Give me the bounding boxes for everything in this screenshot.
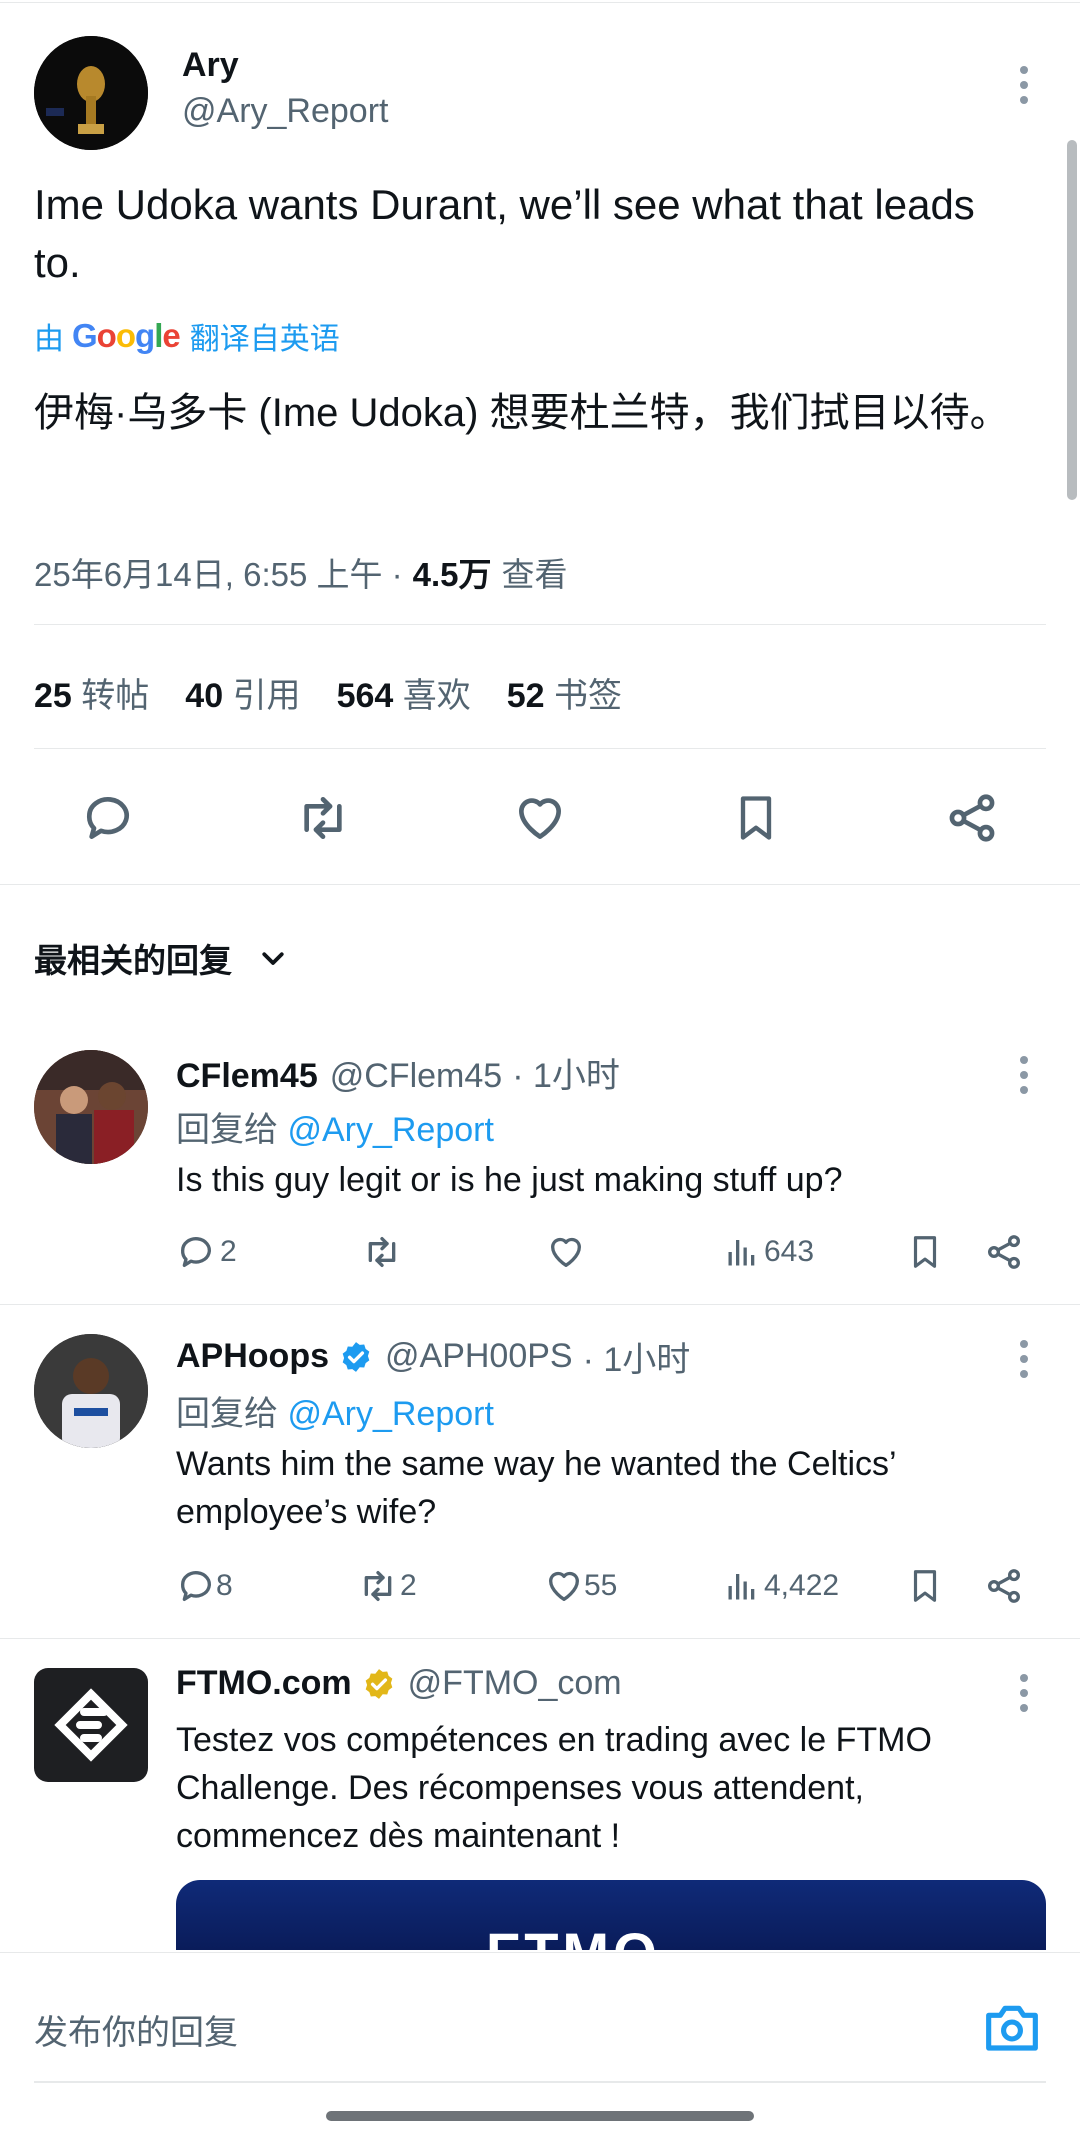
- reply-author-handle[interactable]: @CFlem45: [330, 1057, 502, 1096]
- composer-underline: [34, 2081, 1046, 2083]
- reply-time: · 1小时: [512, 1057, 620, 1095]
- ad-avatar[interactable]: [34, 1668, 148, 1782]
- divider: [0, 1304, 1080, 1305]
- reply-header: CFlem45 @CFlem45 · 1小时: [176, 1048, 620, 1097]
- heart-icon: [551, 1237, 581, 1267]
- reply-views-button[interactable]: 4,422: [724, 1566, 839, 1606]
- reply-share-icon[interactable]: [984, 1566, 1024, 1606]
- views-chart-icon: [728, 1574, 755, 1600]
- reply-to-mention[interactable]: @Ary_Report: [287, 1395, 493, 1433]
- reply-more-icon[interactable]: [1018, 1056, 1030, 1101]
- stat-bookmarks[interactable]: 52 书签: [507, 668, 622, 717]
- comment-icon: [181, 1237, 211, 1267]
- reply-icon[interactable]: [80, 790, 136, 846]
- reply-repost-button[interactable]: [360, 1232, 404, 1272]
- ad-more-icon[interactable]: [1018, 1674, 1030, 1719]
- reply-avatar[interactable]: [34, 1050, 148, 1164]
- reply-bookmark-icon[interactable]: [906, 1566, 944, 1606]
- share-icon[interactable]: [944, 790, 1000, 846]
- heart-icon: [549, 1571, 579, 1601]
- views-label: 查看: [501, 556, 568, 593]
- divider: [0, 884, 1080, 885]
- stat-likes[interactable]: 564 喜欢: [337, 668, 471, 717]
- views-count: 4.5万: [412, 556, 492, 593]
- comment-icon: [181, 1571, 211, 1601]
- reply-like-button[interactable]: 55: [544, 1566, 617, 1606]
- reply-author-handle[interactable]: @APH00PS: [385, 1337, 573, 1376]
- views-chart-icon: [728, 1240, 755, 1266]
- google-logo: Google: [72, 317, 181, 354]
- tweet-meta: 25年6月14日, 6:55 上午 · 4.5万 查看: [34, 548, 568, 596]
- divider: [34, 624, 1046, 625]
- tweet-more-icon[interactable]: [1018, 66, 1030, 111]
- reply-share-icon[interactable]: [984, 1232, 1024, 1272]
- replies-sort-label: 最相关的回复: [34, 942, 232, 979]
- replies-sort-dropdown[interactable]: 最相关的回复: [34, 934, 288, 982]
- reply-composer-bar: 发布你的回复: [0, 1952, 1080, 2141]
- reply-text: Wants him the same way he wanted the Cel…: [176, 1445, 896, 1531]
- bookmark-icon[interactable]: [730, 790, 782, 846]
- ad-author-name[interactable]: FTMO.com: [176, 1664, 352, 1703]
- verified-badge-icon: [339, 1340, 373, 1374]
- top-divider: [0, 2, 1080, 3]
- translate-suffix: 翻译自英语: [189, 323, 340, 356]
- reply-views-button[interactable]: 643: [724, 1232, 814, 1272]
- author-name[interactable]: Ary: [182, 46, 239, 85]
- repost-icon: [368, 1237, 396, 1267]
- reply-comment-button[interactable]: 2: [176, 1232, 237, 1272]
- author-avatar[interactable]: [34, 36, 148, 150]
- reply-to-line: 回复给 @Ary_Report: [176, 1111, 494, 1149]
- ad-banner-image[interactable]: FTMO: [176, 1880, 1046, 1950]
- reply-to-line: 回复给 @Ary_Report: [176, 1395, 494, 1433]
- translate-prefix: 由: [34, 323, 64, 356]
- reply-comment-button[interactable]: 8: [176, 1566, 233, 1606]
- stat-reposts[interactable]: 25 转帖: [34, 668, 149, 717]
- divider: [0, 1638, 1080, 1639]
- reply-avatar[interactable]: [34, 1334, 148, 1448]
- camera-icon[interactable]: [984, 2001, 1040, 2053]
- scrollbar[interactable]: [1067, 140, 1077, 500]
- repost-icon: [364, 1571, 392, 1601]
- like-icon[interactable]: [512, 790, 568, 846]
- tweet-text: Ime Udoka wants Durant, we’ll see what t…: [34, 181, 975, 286]
- verified-gold-badge-icon: [362, 1667, 396, 1701]
- author-handle[interactable]: @Ary_Report: [182, 92, 388, 131]
- reply-time: · 1小时: [582, 1341, 691, 1379]
- divider: [34, 748, 1046, 749]
- reply-more-icon[interactable]: [1018, 1340, 1030, 1385]
- translate-attribution[interactable]: 由 Google 翻译自英语: [34, 314, 340, 358]
- reply-input[interactable]: 发布你的回复: [34, 2005, 238, 2054]
- reply-author-name[interactable]: CFlem45: [176, 1057, 318, 1096]
- translated-text: 伊梅·乌多卡 (Ime Udoka) 想要杜兰特，我们拭目以待。: [34, 391, 1010, 435]
- reply-header: APHoops @APH00PS · 1小时: [176, 1332, 690, 1381]
- reply-author-name[interactable]: APHoops: [176, 1337, 329, 1376]
- chevron-down-icon: [258, 943, 288, 973]
- reply-bookmark-icon[interactable]: [906, 1232, 944, 1272]
- ad-author-handle[interactable]: @FTMO_com: [408, 1664, 622, 1703]
- repost-icon[interactable]: [294, 790, 352, 846]
- reply-repost-button[interactable]: 2: [356, 1566, 417, 1606]
- reply-to-mention[interactable]: @Ary_Report: [287, 1111, 493, 1149]
- ad-banner-text: FTMO: [486, 1920, 661, 1950]
- stat-quotes[interactable]: 40 引用: [185, 668, 300, 717]
- ad-text: Testez vos compétences en trading avec l…: [176, 1721, 932, 1855]
- reply-like-button[interactable]: [546, 1232, 586, 1272]
- engagement-stats: 25 转帖 40 引用 564 喜欢 52 书签: [34, 668, 622, 717]
- gesture-bar[interactable]: [326, 2111, 754, 2121]
- ad-header: FTMO.com @FTMO_com: [176, 1664, 622, 1703]
- tweet-timestamp[interactable]: 25年6月14日, 6:55 上午 ·: [34, 548, 403, 596]
- reply-text: Is this guy legit or is he just making s…: [176, 1161, 843, 1199]
